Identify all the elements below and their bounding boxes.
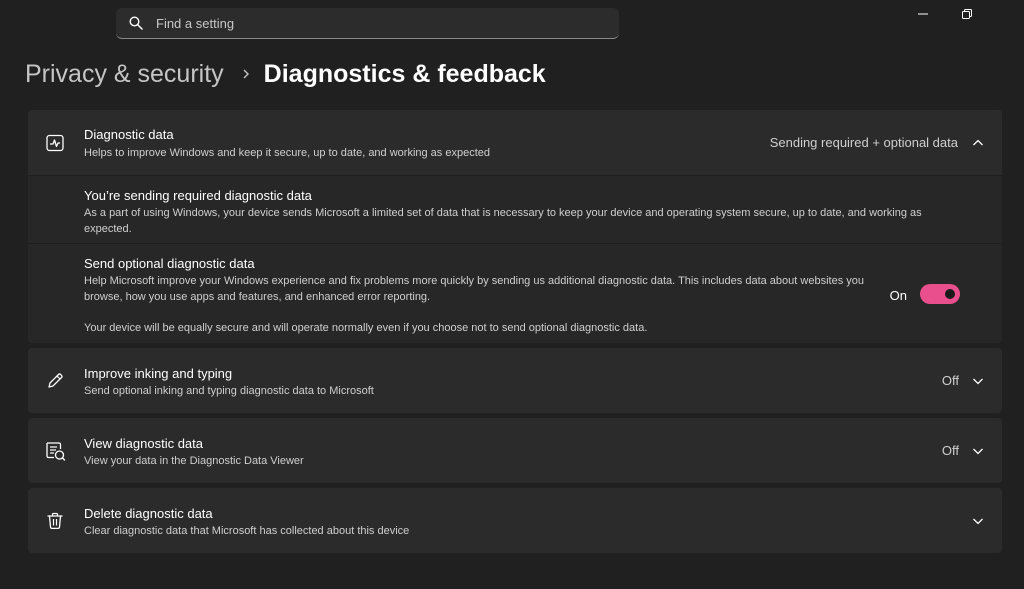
chevron-down-icon[interactable] — [970, 513, 986, 529]
inking-typing-subtitle: Send optional inking and typing diagnost… — [84, 385, 374, 397]
required-data-title: You’re sending required diagnostic data — [84, 188, 312, 203]
diagnostic-data-subtitle: Helps to improve Windows and keep it sec… — [84, 147, 491, 159]
delete-diagnostic-data-subtitle: Clear diagnostic data that Microsoft has… — [84, 525, 410, 537]
optional-data-row: Send optional diagnostic data Help Micro… — [28, 244, 1002, 343]
inking-typing-status: Off — [941, 373, 959, 388]
breadcrumb-parent-link[interactable]: Privacy & security — [25, 60, 224, 89]
minimize-button[interactable] — [912, 6, 934, 26]
required-data-description: As a part of using Windows, your device … — [84, 207, 922, 235]
view-diagnostic-data-status: Off — [941, 443, 959, 458]
breadcrumb: Privacy & security Diagnostics & feedbac… — [25, 56, 546, 92]
delete-diagnostic-data-title: Delete diagnostic data — [84, 506, 213, 521]
optional-data-title: Send optional diagnostic data — [84, 256, 255, 271]
chevron-right-icon — [241, 68, 251, 80]
search-box[interactable]: Find a setting — [116, 8, 619, 39]
pulse-chart-icon — [44, 132, 66, 154]
optional-data-note: Your device will be equally secure and w… — [84, 322, 648, 334]
view-diagnostic-data-subtitle: View your data in the Diagnostic Data Vi… — [84, 455, 304, 467]
search-input[interactable]: Find a setting — [156, 16, 234, 31]
diagnostic-data-status: Sending required + optional data — [769, 135, 958, 150]
view-diagnostic-data-title: View diagnostic data — [84, 436, 204, 451]
required-data-row: You’re sending required diagnostic data … — [28, 176, 1002, 243]
search-icon — [129, 16, 143, 30]
diagnostic-data-header[interactable]: Diagnostic data Helps to improve Windows… — [28, 110, 1002, 175]
toggle-knob — [945, 289, 955, 299]
page-title: Diagnostics & feedback — [263, 59, 546, 88]
view-diagnostic-data-card[interactable]: View diagnostic data View your data in t… — [28, 418, 1002, 483]
inking-typing-card[interactable]: Improve inking and typing Send optional … — [28, 348, 1002, 413]
chevron-down-icon[interactable] — [970, 443, 986, 459]
trash-icon — [44, 510, 66, 532]
optional-data-toggle[interactable] — [920, 284, 960, 304]
optional-data-description: Help Microsoft improve your Windows expe… — [84, 275, 864, 303]
chevron-up-icon[interactable] — [970, 135, 986, 151]
diagnostic-data-card: Diagnostic data Helps to improve Windows… — [28, 110, 1002, 343]
minimize-icon — [917, 7, 929, 25]
chevron-down-icon[interactable] — [970, 373, 986, 389]
pen-icon — [44, 370, 66, 392]
delete-diagnostic-data-card[interactable]: Delete diagnostic data Clear diagnostic … — [28, 488, 1002, 553]
restore-icon — [961, 7, 973, 25]
optional-data-toggle-label: On — [889, 288, 907, 303]
inking-typing-title: Improve inking and typing — [84, 366, 233, 381]
restore-button[interactable] — [956, 6, 978, 26]
title-bar: Find a setting — [0, 0, 1024, 46]
diagnostic-data-title: Diagnostic data — [84, 127, 174, 142]
data-viewer-icon — [44, 440, 66, 462]
